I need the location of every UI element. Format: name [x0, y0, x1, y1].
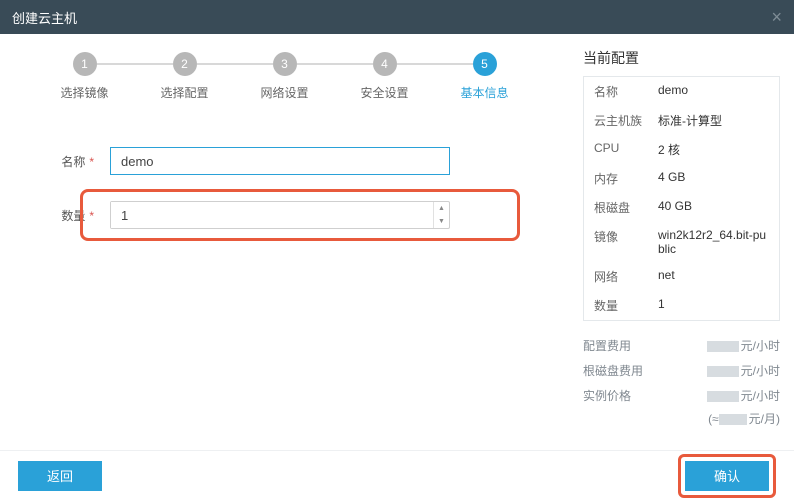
required-mark: * — [89, 155, 94, 169]
step-network[interactable]: 3 网络设置 — [235, 52, 335, 101]
close-icon[interactable]: × — [771, 7, 782, 28]
config-summary-table: 名称demo 云主机族标准-计算型 CPU2 核 内存4 GB 根磁盘40 GB… — [583, 76, 780, 321]
pricing-block: 配置费用元/小时 根磁盘费用元/小时 实例价格元/小时 (≈元/月) — [583, 333, 780, 427]
highlight-confirm-button: 确认 — [678, 454, 776, 498]
step-image[interactable]: 1 选择镜像 — [35, 52, 135, 101]
highlight-name-field — [80, 189, 520, 241]
name-input[interactable] — [110, 147, 450, 175]
step-basic[interactable]: 5 基本信息 — [435, 52, 535, 101]
name-label: 名称 — [61, 155, 85, 169]
step-spec[interactable]: 2 选择配置 — [135, 52, 235, 101]
config-summary-title: 当前配置 — [583, 48, 780, 68]
step-security[interactable]: 4 安全设置 — [335, 52, 435, 101]
wizard-stepper: 1 选择镜像 2 选择配置 3 网络设置 4 安全设置 5 基本信息 — [22, 48, 547, 121]
dialog-title: 创建云主机 — [12, 8, 77, 27]
back-button[interactable]: 返回 — [18, 461, 102, 491]
confirm-button[interactable]: 确认 — [685, 461, 769, 491]
